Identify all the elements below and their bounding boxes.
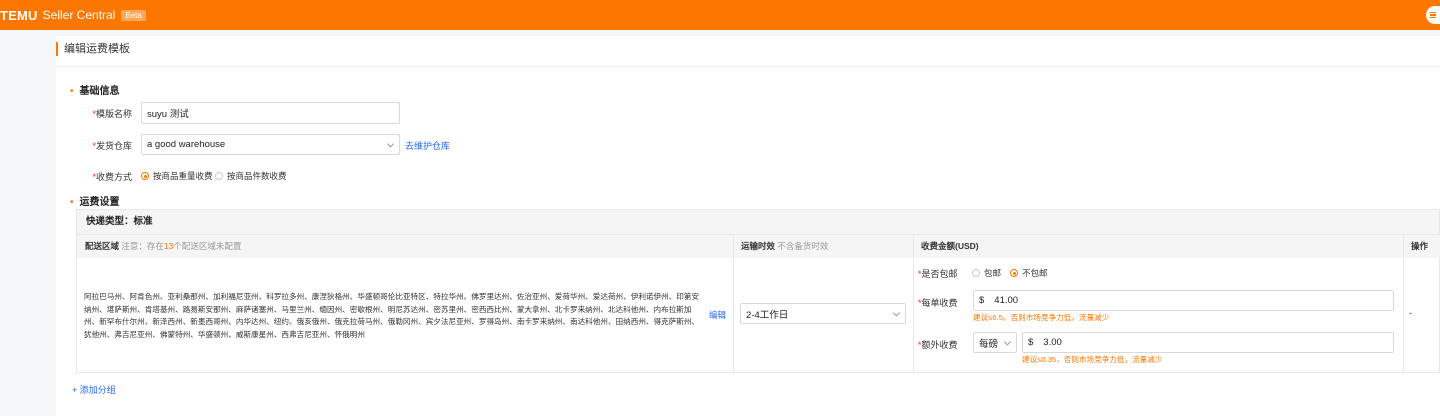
charge-by-piece-radio[interactable]: 按商品件数收费 <box>215 170 287 182</box>
divider <box>56 66 1440 67</box>
page-title: 编辑运费模板 <box>56 42 130 56</box>
extra-fee-input[interactable]: $3.00 <box>1022 332 1394 353</box>
col-time-header: 运输时效 不含备货时效 <box>733 234 913 258</box>
top-bar: TEMU Seller Central Beta <box>0 0 1440 30</box>
menu-icon[interactable] <box>1426 6 1440 24</box>
express-type: 快递类型：标准 <box>77 210 1439 234</box>
maintain-warehouse-link[interactable]: 去维护仓库 <box>405 139 450 152</box>
transit-time-select[interactable]: 2-4工作日 <box>740 303 906 324</box>
per-order-fee-input[interactable]: $41.00 <box>973 290 1394 311</box>
region-list: 阿拉巴马州、阿肯色州、亚利桑那州、加利福尼亚州、科罗拉多州、康涅狄格州、华盛顿哥… <box>84 292 700 339</box>
radio-dot <box>215 172 223 180</box>
brand-logo[interactable]: TEMU <box>0 8 38 23</box>
radio-dot <box>141 172 149 180</box>
column-divider <box>733 234 734 372</box>
free-shipping-label: *是否包邮 <box>918 269 958 279</box>
charge-method-label: *收费方式 <box>92 172 132 182</box>
charge-by-weight-radio[interactable]: 按商品重量收费 <box>141 170 213 182</box>
column-divider <box>913 234 914 372</box>
chevron-down-icon <box>386 139 395 148</box>
app-name: Seller Central <box>42 8 116 22</box>
per-order-hint: 建议≤6.5，否则市场竞争力低，流量减少 <box>973 313 1110 322</box>
chevron-down-icon <box>1003 337 1012 346</box>
column-divider <box>1403 234 1404 372</box>
warehouse-select[interactable]: a good warehouse <box>141 134 400 155</box>
beta-badge: Beta <box>121 9 146 21</box>
row-action: - <box>1409 308 1412 318</box>
per-order-fee-label: *每单收费 <box>918 298 958 308</box>
free-shipping-yes-radio[interactable]: 包邮 <box>972 267 1001 279</box>
radio-dot <box>1010 269 1018 277</box>
free-shipping-no-radio[interactable]: 不包邮 <box>1010 267 1048 279</box>
currency-symbol: $ <box>979 295 985 306</box>
chevron-down-icon <box>892 308 901 317</box>
radio-dot <box>972 269 980 277</box>
add-group-button[interactable]: + 添加分组 <box>72 383 116 396</box>
col-action-header: 操作 <box>1403 234 1440 258</box>
plus-icon: + <box>72 385 78 395</box>
col-fee-header: 收费金额(USD) <box>913 234 1403 258</box>
section-shipping-title: 运费设置 <box>70 193 120 208</box>
extra-fee-hint: 建议≤0.35，否则市场竞争力低，流量减少 <box>1022 355 1163 364</box>
template-name-input[interactable]: suyu 测试 <box>141 102 400 124</box>
section-basic-title: 基础信息 <box>70 82 120 97</box>
currency-symbol: $ <box>1028 337 1034 348</box>
extra-fee-unit-select[interactable]: 每磅 <box>973 332 1017 353</box>
extra-fee-label: *额外收费 <box>918 340 958 350</box>
template-name-label: *模版名称 <box>92 109 132 119</box>
col-region-header: 配送区域 注意：存在13个配送区域未配置 <box>77 234 733 258</box>
edit-regions-link[interactable]: 编辑 <box>709 309 726 321</box>
warehouse-label: *发货仓库 <box>92 141 132 151</box>
